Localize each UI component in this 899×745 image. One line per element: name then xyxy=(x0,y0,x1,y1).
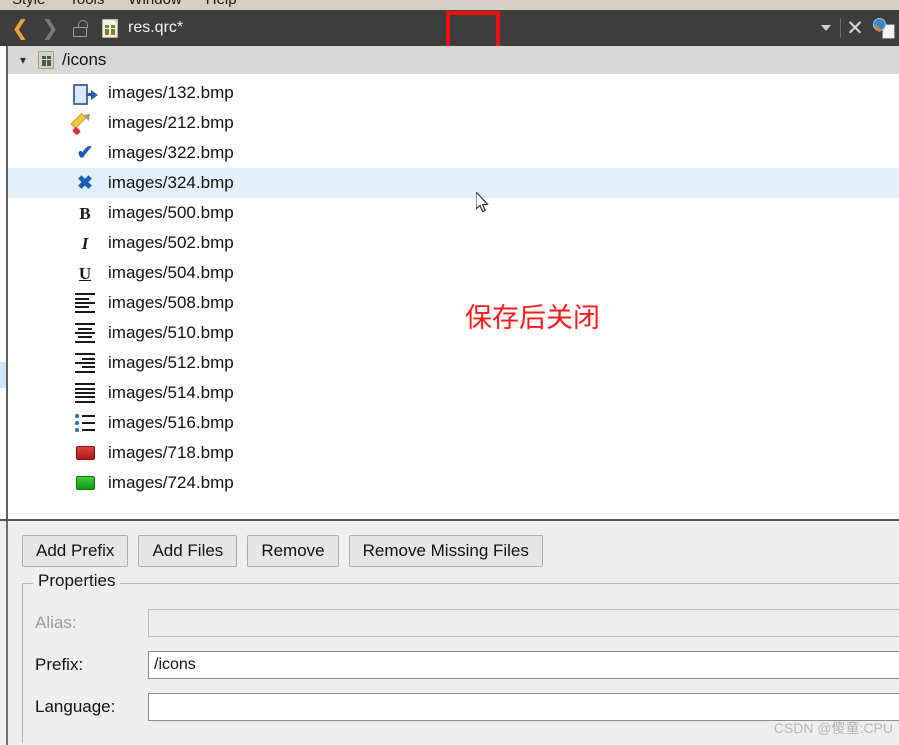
file-label: images/212.bmp xyxy=(108,113,234,132)
tree-row-file[interactable]: U images/504.bmp xyxy=(8,258,899,288)
language-label: Language: xyxy=(35,697,116,716)
check-mark-icon: ✔ xyxy=(76,142,94,164)
file-label: images/324.bmp xyxy=(108,173,234,192)
file-label: images/724.bmp xyxy=(108,473,234,492)
watermark: CSDN @傻童:CPU xyxy=(773,720,893,736)
prefix-field[interactable]: /icons xyxy=(148,651,899,679)
tree-row-file[interactable]: images/516.bmp xyxy=(8,408,899,438)
menu-item-help[interactable]: Help xyxy=(194,0,249,8)
chevron-left-icon[interactable]: ❮ xyxy=(9,18,31,39)
property-row-prefix: Prefix: /icons xyxy=(23,650,899,680)
action-button-row: Add Prefix Add Files Remove Remove Missi… xyxy=(22,535,543,567)
red-color-swatch-icon xyxy=(72,441,98,465)
page-title: res.qrc* xyxy=(128,19,184,36)
tree-row-file[interactable]: images/514.bmp xyxy=(8,378,899,408)
alias-label: Alias: xyxy=(35,613,77,632)
qrc-file-icon xyxy=(102,18,118,38)
menu-bar: Style Tools Window Help xyxy=(0,0,899,10)
tree-row-file[interactable]: images/508.bmp xyxy=(8,288,899,318)
tree-row-file[interactable]: images/212.bmp xyxy=(8,108,899,138)
prefix-label: Prefix: xyxy=(35,655,84,674)
tree-row-file[interactable]: images/132.bmp xyxy=(8,78,899,108)
exit-door-icon xyxy=(72,81,98,105)
cross-mark-icon: ✖ xyxy=(77,172,93,194)
editor-titlebar: ❮ ❯ res.qrc* ✕ xyxy=(0,10,899,46)
file-label: images/512.bmp xyxy=(108,353,234,372)
italic-icon: I xyxy=(81,233,89,253)
close-icon[interactable]: ✕ xyxy=(841,10,869,46)
search-document-icon[interactable] xyxy=(869,10,899,46)
properties-group: Properties Alias: Prefix: /icons Languag… xyxy=(22,571,899,743)
file-label: images/516.bmp xyxy=(108,413,234,432)
remove-button[interactable]: Remove xyxy=(247,535,339,567)
annotation-text: 保存后关闭 xyxy=(465,303,600,334)
align-left-icon xyxy=(72,291,98,315)
bold-icon: B xyxy=(79,203,91,223)
align-justify-icon xyxy=(72,381,98,405)
align-right-icon xyxy=(72,351,98,375)
file-label: images/514.bmp xyxy=(108,383,234,402)
file-label: images/322.bmp xyxy=(108,143,234,162)
mouse-cursor xyxy=(476,192,489,213)
align-center-icon xyxy=(72,321,98,345)
property-row-language: Language: xyxy=(23,692,899,722)
alias-field[interactable] xyxy=(148,609,899,637)
underline-icon: U xyxy=(78,263,92,283)
resource-editor-bottom-panel: Add Prefix Add Files Remove Remove Missi… xyxy=(0,519,899,745)
qrc-prefix-icon xyxy=(38,51,54,69)
file-label: images/132.bmp xyxy=(108,83,234,102)
tree-row-prefix[interactable]: ▾ /icons xyxy=(8,46,899,74)
properties-legend: Properties xyxy=(33,571,121,591)
pencil-icon xyxy=(70,111,98,136)
tree-row-file[interactable]: images/512.bmp xyxy=(8,348,899,378)
property-row-alias: Alias: xyxy=(23,608,899,638)
resource-tree-panel[interactable]: ▾ /icons images/132.bmp images/212.bmp ✔… xyxy=(0,46,899,519)
tree-row-file[interactable]: I images/502.bmp xyxy=(8,228,899,258)
add-files-button[interactable]: Add Files xyxy=(138,535,238,567)
bullet-list-icon xyxy=(72,411,98,435)
tree-row-file[interactable]: B images/500.bmp xyxy=(8,198,899,228)
file-label: images/504.bmp xyxy=(108,263,234,282)
remove-missing-files-button[interactable]: Remove Missing Files xyxy=(348,535,543,567)
chevron-down-icon[interactable] xyxy=(812,10,840,46)
tree-row-file[interactable]: ✔ images/322.bmp xyxy=(8,138,899,168)
language-field[interactable] xyxy=(148,693,899,721)
menu-item-window[interactable]: Window xyxy=(116,0,193,8)
file-label: images/502.bmp xyxy=(108,233,234,252)
tree-prefix-label: /icons xyxy=(62,50,107,69)
chevron-down-icon[interactable]: ▾ xyxy=(8,53,38,67)
file-label: images/718.bmp xyxy=(108,443,234,462)
tree-left-accent-strip xyxy=(0,362,6,388)
menu-item-style[interactable]: Style xyxy=(0,0,57,8)
tree-row-file[interactable]: images/724.bmp xyxy=(8,468,899,498)
menu-item-tools[interactable]: Tools xyxy=(57,0,116,8)
tree-row-file-selected[interactable]: ✖ images/324.bmp xyxy=(8,168,899,198)
green-color-swatch-icon xyxy=(72,471,98,495)
add-prefix-button[interactable]: Add Prefix xyxy=(22,535,129,567)
file-label: images/508.bmp xyxy=(108,293,234,312)
panel-left-border xyxy=(6,521,8,745)
tree-row-file[interactable]: images/510.bmp xyxy=(8,318,899,348)
file-label: images/500.bmp xyxy=(108,203,234,222)
unlock-icon[interactable] xyxy=(73,19,88,37)
tree-row-file[interactable]: images/718.bmp xyxy=(8,438,899,468)
file-label: images/510.bmp xyxy=(108,323,234,342)
chevron-right-icon[interactable]: ❯ xyxy=(39,18,61,39)
